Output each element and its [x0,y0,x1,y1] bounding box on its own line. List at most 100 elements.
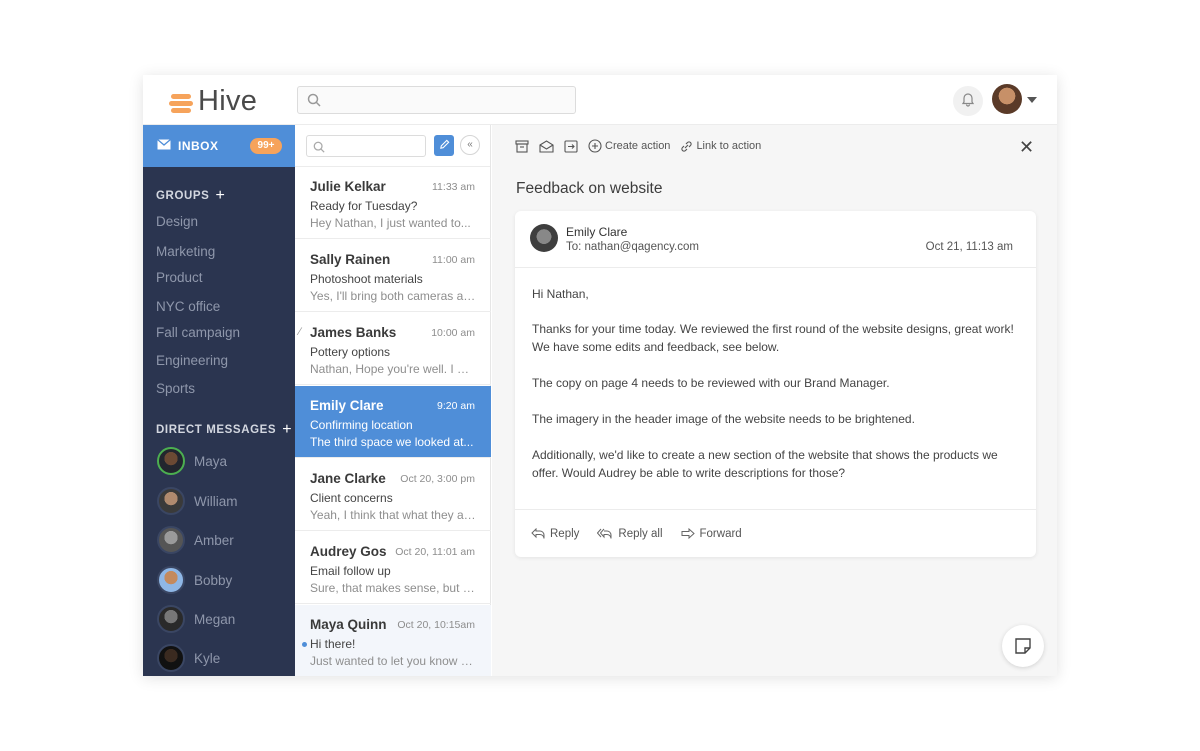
hive-logo-mark-icon [169,91,195,113]
message-subject: Pottery options [310,345,391,359]
message-time: 11:00 am [432,254,475,266]
groups-heading: GROUPS + [156,187,225,205]
email-paragraph: Additionally, we'd like to create a new … [532,448,998,480]
message-item-selected[interactable]: Emily Clare 9:20 am Confirming location … [295,386,491,458]
double-chevron-left-icon: « [467,139,473,150]
sidebar-item-inbox[interactable]: INBOX 99+ [143,125,295,167]
dm-item-william[interactable]: William [157,487,238,515]
dm-item-megan[interactable]: Megan [157,605,235,633]
sidebar-item-marketing[interactable]: Marketing [156,244,215,259]
dm-name: Amber [194,532,234,548]
message-item-unread[interactable]: Maya Quinn Oct 20, 10:15am Hi there! Jus… [295,605,491,676]
avatar [157,447,185,475]
message-sender: Maya Quinn [310,617,387,632]
message-time: Oct 20, 10:15am [397,619,475,631]
email-date: Oct 21, 11:13 am [925,241,1013,253]
email-toolbar: Create action Link to action [515,139,771,153]
unread-dot-icon [302,642,307,647]
message-item[interactable]: ∕ James Banks 10:00 am Pottery options N… [295,313,491,385]
email-card: Emily Clare To: nathan@qagency.com Oct 2… [515,211,1036,557]
link-to-action-button[interactable]: Link to action [680,140,761,153]
sidebar-item-design[interactable]: Design [156,214,198,229]
email-greeting: Hi Nathan, [532,287,589,301]
archive-icon[interactable] [515,139,529,153]
email-recipient: To: nathan@qagency.com [566,241,699,253]
message-preview: Yes, I'll bring both cameras an... [310,289,476,303]
email-actions: Reply Reply all Forward [515,509,1036,557]
dm-item-bobby[interactable]: Bobby [157,566,232,594]
email-from-name: Emily Clare [566,225,628,239]
reply-all-icon [597,528,612,539]
compose-button[interactable] [434,135,454,156]
notes-button[interactable] [1002,625,1044,667]
email-header: Emily Clare To: nathan@qagency.com Oct 2… [515,211,1036,268]
message-item[interactable]: Audrey Gos Oct 20, 11:01 am Email follow… [295,532,491,604]
message-search-input[interactable] [306,135,426,157]
move-to-icon[interactable] [564,139,578,153]
collapse-panel-button[interactable]: « [460,135,480,155]
close-icon[interactable]: ✕ [1019,137,1034,158]
email-paragraph: Thanks for your time today. We reviewed … [532,322,1014,354]
link-icon [681,140,693,152]
add-group-plus-icon[interactable]: + [215,187,225,205]
reply-all-button[interactable]: Reply all [597,527,663,540]
forward-label: Forward [699,527,742,540]
message-sender: Sally Rainen [310,252,391,267]
pencil-icon [439,137,450,155]
sidebar-item-product[interactable]: Product [156,270,203,285]
dm-item-amber[interactable]: Amber [157,526,234,554]
message-time: Oct 20, 11:01 am [395,546,475,558]
user-avatar[interactable] [992,84,1022,114]
message-subject: Photoshoot materials [310,272,423,286]
dm-name: Bobby [194,572,233,588]
avatar [157,566,185,594]
hive-logo[interactable]: Hive [169,85,257,118]
message-preview: Sure, that makes sense, but w... [310,581,476,595]
plus-circle-icon [588,139,602,153]
email-paragraph: The imagery in the header image of the w… [532,412,915,426]
add-direct-message-plus-icon[interactable]: + [282,421,292,439]
reply-button[interactable]: Reply [531,528,579,540]
groups-label: GROUPS [156,190,210,202]
notifications-button[interactable] [953,86,983,116]
search-icon [313,140,325,158]
message-subject: Email follow up [310,564,391,578]
sidebar-item-fall-campaign[interactable]: Fall campaign [156,325,240,340]
forward-icon [681,528,695,539]
reading-pane: Create action Link to action ✕ Feedback … [492,125,1057,676]
email-paragraph: The copy on page 4 needs to be reviewed … [532,376,890,390]
create-action-button[interactable]: Create action [588,139,670,153]
message-item[interactable]: Sally Rainen 11:00 am Photoshoot materia… [295,240,491,312]
account-menu-chevron-down-icon[interactable] [1027,97,1037,103]
dm-item-maya[interactable]: Maya [157,447,227,475]
top-bar: Hive [143,75,1057,125]
message-item[interactable]: Julie Kelkar 11:33 am Ready for Tuesday?… [295,167,491,239]
message-time: 11:33 am [432,181,475,193]
message-subject: Client concerns [310,491,393,505]
global-search-input[interactable] [297,86,576,114]
message-sender: Audrey Gos [310,544,387,559]
message-list-toolbar: « [295,125,490,167]
message-preview: Yeah, I think that what they are... [310,508,476,522]
dm-item-kyle[interactable]: Kyle [157,644,220,672]
reply-icon [531,528,545,539]
reply-all-label: Reply all [618,527,663,540]
hive-app-window: Hive INBOX 99+ GROUPS + Design Marketing… [143,75,1057,676]
message-sender: Jane Clarke [310,471,386,486]
sidebar-item-nyc-office[interactable]: NYC office [156,299,220,314]
mail-icon [157,137,171,155]
mark-unread-envelope-icon[interactable] [539,139,554,153]
paperclip-icon: ∕ [299,326,301,338]
sidebar-item-engineering[interactable]: Engineering [156,353,228,368]
bell-icon [960,91,976,112]
create-action-label: Create action [605,140,671,152]
sidebar-item-sports[interactable]: Sports [156,381,195,396]
sticky-note-icon [1015,638,1031,654]
dm-name: Megan [194,611,236,627]
avatar [157,605,185,633]
message-time: 9:20 am [437,400,475,412]
forward-button[interactable]: Forward [681,528,742,540]
message-item[interactable]: Jane Clarke Oct 20, 3:00 pm Client conce… [295,459,491,531]
message-sender: James Banks [310,325,397,340]
message-sender: Emily Clare [310,398,384,413]
